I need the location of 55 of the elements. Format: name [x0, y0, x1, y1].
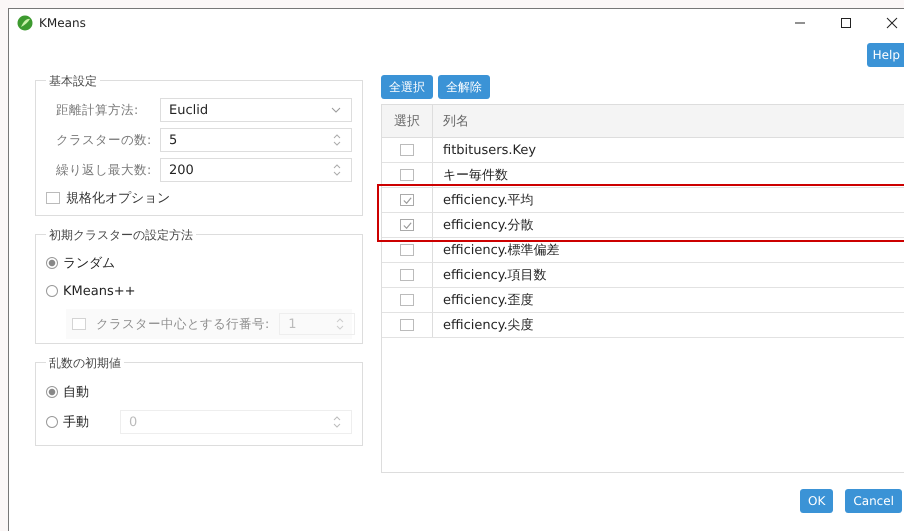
checkbox[interactable] [46, 192, 60, 204]
select-button[interactable]: 全選択 [381, 75, 433, 99]
radio-label: 手動 [63, 414, 89, 431]
radio-label: ランダム [63, 255, 115, 272]
checkbox[interactable] [400, 319, 414, 331]
number-spinner[interactable]: 5 [160, 128, 352, 152]
window-title: KMeans [39, 16, 86, 30]
radio-button[interactable] [46, 386, 58, 398]
column-header: 列名 [442, 113, 469, 131]
table-cell-text: efficiency.歪度 [442, 292, 534, 310]
radio-label: KMeans++ [63, 284, 136, 298]
checkbox[interactable] [400, 294, 414, 306]
dialog-button[interactable]: Cancel [845, 489, 902, 513]
checkmark-icon [402, 220, 412, 230]
checkbox[interactable] [400, 244, 414, 256]
group-title: 基本設定 [46, 73, 100, 90]
radio-button[interactable] [46, 257, 58, 269]
dialog-button[interactable]: OK [800, 489, 834, 513]
checkbox[interactable] [400, 144, 414, 156]
column-header: 選択 [382, 105, 433, 137]
field-label: 繰り返し最大数: [55, 162, 152, 178]
table-cell-text: efficiency.標準偏差 [442, 242, 560, 260]
table-cell-text: efficiency.分散 [442, 217, 534, 235]
field-label: 距離計算方法: [55, 102, 140, 118]
table-cell-text: efficiency.項目数 [442, 267, 547, 285]
number-spinner[interactable]: 200 [160, 158, 352, 182]
maximize-icon[interactable] [840, 17, 852, 29]
checkbox[interactable] [400, 169, 414, 181]
checkbox[interactable] [400, 194, 414, 206]
field-label: クラスターの数: [55, 132, 152, 148]
table-cell-text: efficiency.尖度 [442, 317, 534, 335]
checkbox[interactable] [400, 219, 414, 231]
group-title: 初期クラスターの設定方法 [46, 227, 196, 244]
radio-button[interactable] [46, 285, 58, 297]
select-button[interactable]: 全解除 [438, 75, 490, 99]
checkbox-label: 規格化オプション [66, 190, 170, 207]
group-title: 乱数の初期値 [46, 355, 124, 372]
table-cell-text: キー毎件数 [442, 167, 508, 185]
row-number-label: クラスター中心とする行番号: [96, 316, 270, 332]
radio-label: 自動 [63, 384, 89, 401]
help-button[interactable]: Help [866, 43, 904, 67]
spinner-arrows-icon [333, 133, 341, 147]
close-icon[interactable] [886, 17, 898, 29]
table-cell-text: fitbitusers.Key [442, 142, 536, 160]
leaf-logo-icon [17, 15, 33, 31]
checkmark-icon [402, 194, 412, 206]
method-dropdown[interactable]: Euclid [160, 98, 352, 122]
chevron-down-icon [331, 107, 341, 113]
table-cell-text: efficiency.平均 [442, 192, 534, 210]
checkbox[interactable] [400, 269, 414, 281]
spinner-arrows-icon [333, 415, 341, 429]
spinner-arrows-icon [336, 317, 344, 331]
radio-button[interactable] [46, 416, 58, 428]
spinner-arrows-icon [333, 163, 341, 177]
seed-spinner[interactable]: 0 [120, 410, 352, 434]
